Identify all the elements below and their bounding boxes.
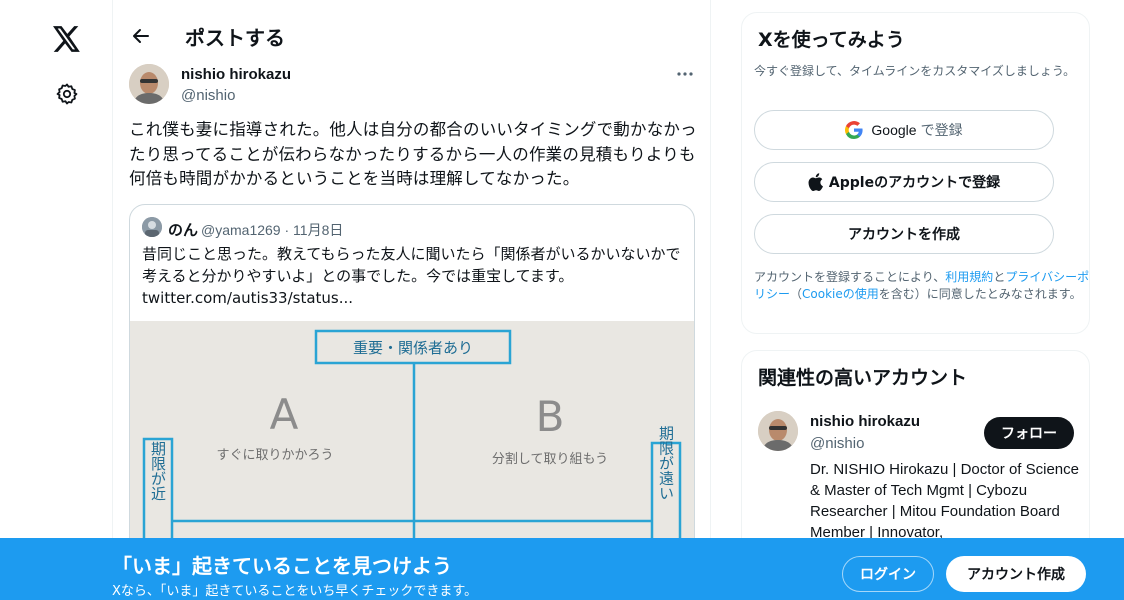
author-handle[interactable]: @nishio — [181, 87, 235, 104]
cookie-link[interactable]: Cookieの使用 — [802, 287, 879, 301]
more-horizontal-icon[interactable] — [671, 64, 699, 84]
related-name[interactable]: nishio hirokazu — [810, 413, 920, 430]
page-title: ポストする — [185, 26, 285, 50]
page-header: ポストする — [113, 0, 710, 72]
signup-subtitle: 今すぐ登録して、タイムラインをカスタマイズしましょう。 — [754, 64, 1076, 78]
post-text: これ僕も妻に指導された。他人は自分の都合のいいタイミングで動かなかったり思ってる… — [129, 120, 697, 188]
image-left-label: 期限が近 — [149, 441, 167, 501]
follow-button[interactable]: フォロー — [984, 417, 1074, 449]
google-signup-button[interactable]: Google で登録 — [754, 110, 1054, 150]
x-logo-icon[interactable] — [52, 24, 82, 54]
create-account-button[interactable]: アカウントを作成 — [754, 214, 1054, 254]
login-button[interactable]: ログイン — [842, 556, 934, 592]
google-signup-suffix: で登録 — [920, 123, 963, 139]
author-name[interactable]: nishio hirokazu — [181, 66, 291, 83]
image-header-text: 重要・関係者あり — [353, 339, 473, 357]
banner-title: 「いま」起きていることを見つけよう — [112, 554, 452, 578]
related-handle[interactable]: @nishio — [810, 435, 864, 452]
terms-prefix: アカウントを登録することにより、 — [754, 270, 946, 284]
bottom-banner: 「いま」起きていることを見つけよう Xなら、「いま」起きていることをいち早くチェ… — [0, 538, 1124, 600]
quote-avatar — [142, 217, 162, 237]
arrow-left-icon[interactable] — [127, 22, 155, 50]
image-cell-a-letter: A — [270, 390, 299, 439]
image-cell-b-letter: B — [536, 392, 565, 441]
related-title: 関連性の高いアカウント — [758, 367, 968, 389]
create-account-label: アカウントを作成 — [848, 227, 960, 243]
quote-text: 昔同じこと思った。教えてもらった友人に聞いたら「関係者がいるかいないかで 考える… — [142, 243, 682, 309]
apple-signup-label: Appleのアカウントで登録 — [828, 175, 1001, 191]
terms-and: と — [993, 270, 1006, 284]
apple-icon — [808, 173, 823, 191]
image-cell-a-note: すぐに取りかかろう — [216, 448, 333, 463]
quote-link[interactable]: twitter.com/autis33/status... — [142, 287, 682, 309]
quote-meta: @yama1269 · 11月8日 — [201, 222, 344, 238]
signup-title: Xを使ってみよう — [758, 29, 905, 51]
gear-icon[interactable] — [53, 80, 81, 108]
quote-author-name: のん — [168, 221, 199, 239]
google-icon — [845, 121, 864, 139]
avatar[interactable] — [129, 64, 169, 104]
quote-text-line: 考えると分かりやすいよ」との事でした。今では重宝してます。 — [142, 267, 574, 285]
terms-link[interactable]: 利用規約 — [945, 270, 993, 284]
avatar[interactable] — [758, 411, 798, 451]
related-bio: Dr. NISHIO Hirokazu | Doctor of Science … — [810, 461, 1079, 541]
image-cell-b-note: 分割して取り組もう — [492, 451, 608, 467]
terms-suffix: を含む）に同意したとみなされます。 — [878, 287, 1082, 301]
left-nav — [0, 0, 112, 600]
terms-paren: （ — [790, 287, 803, 301]
main-column: ポストする nishio hirokazu @nishio これ僕も妻に指導され… — [112, 0, 711, 600]
signup-card: Xを使ってみよう 今すぐ登録して、タイムラインをカスタマイズしましょう。 Goo… — [741, 12, 1090, 334]
google-signup-label: Google — [871, 122, 917, 138]
apple-signup-button[interactable]: Appleのアカウントで登録 — [754, 162, 1054, 202]
quote-text-line: 昔同じこと思った。教えてもらった友人に聞いたら「関係者がいるかいないかで — [142, 245, 681, 263]
banner-subtitle: Xなら、「いま」起きていることをいち早くチェックできます。 — [112, 584, 478, 599]
image-right-label: 期限が遠い — [657, 426, 675, 501]
signup-button[interactable]: アカウント作成 — [946, 556, 1086, 592]
terms-text: アカウントを登録することにより、利用規約とプライバシーポリシー（Cookieの使… — [754, 269, 1090, 303]
